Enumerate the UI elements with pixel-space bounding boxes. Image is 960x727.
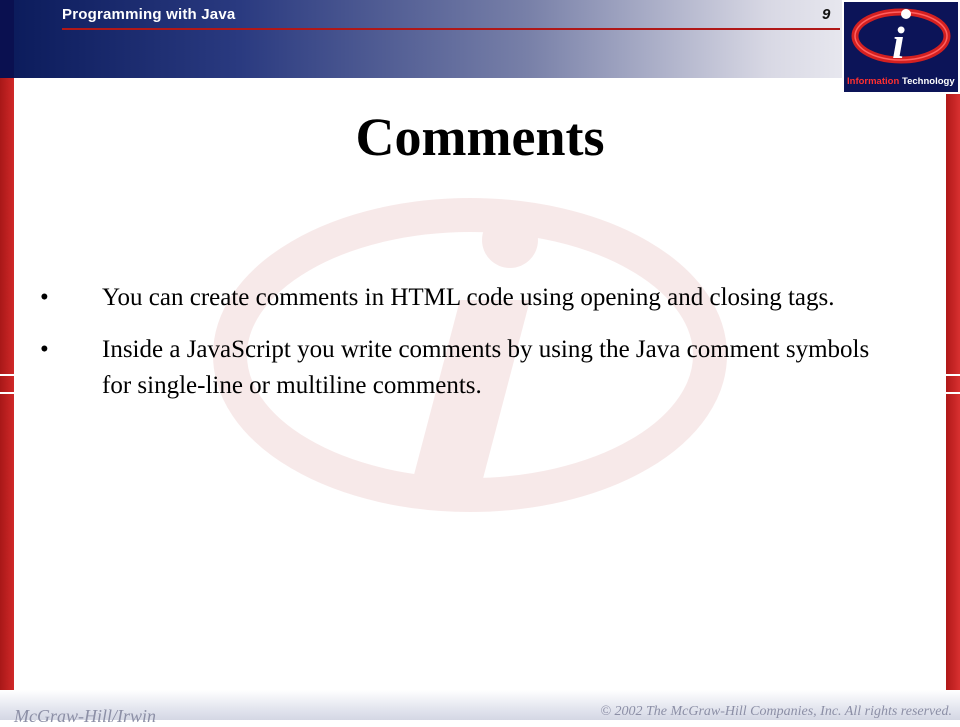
bullet-text: You can create comments in HTML code usi… [102,284,835,311]
left-red-bar [0,78,14,690]
footer-publisher: McGraw-Hill/Irwin [14,706,156,726]
bullet-list: • You can create comments in HTML code u… [40,280,880,420]
information-technology-logo: i Information Technology [842,0,960,94]
bullet-text: Inside a JavaScript you write comments b… [102,336,870,399]
left-bar-notch [0,392,14,394]
slide-title: Comments [355,107,605,167]
right-bar-notch [946,392,960,394]
header-rule [62,28,840,30]
footer-copyright: © 2002 The McGraw-Hill Companies, Inc. A… [600,704,952,719]
left-bar-top [0,0,14,78]
bullet-item: • Inside a JavaScript you write comments… [40,332,880,404]
logo-icon: i Information Technology [844,2,958,92]
left-bar-notch [0,374,14,376]
right-bar-notch [946,374,960,376]
logo-letter: i [892,17,905,68]
bullet-item: • You can create comments in HTML code u… [40,280,880,316]
bullet-marker: • [40,336,49,363]
course-title: Programming with Java [62,6,236,23]
logo-caption-technology: Technology [902,76,955,87]
bullet-marker: • [40,284,49,311]
slide-number: 9 [822,6,831,23]
logo-caption-information: Information [847,76,899,87]
